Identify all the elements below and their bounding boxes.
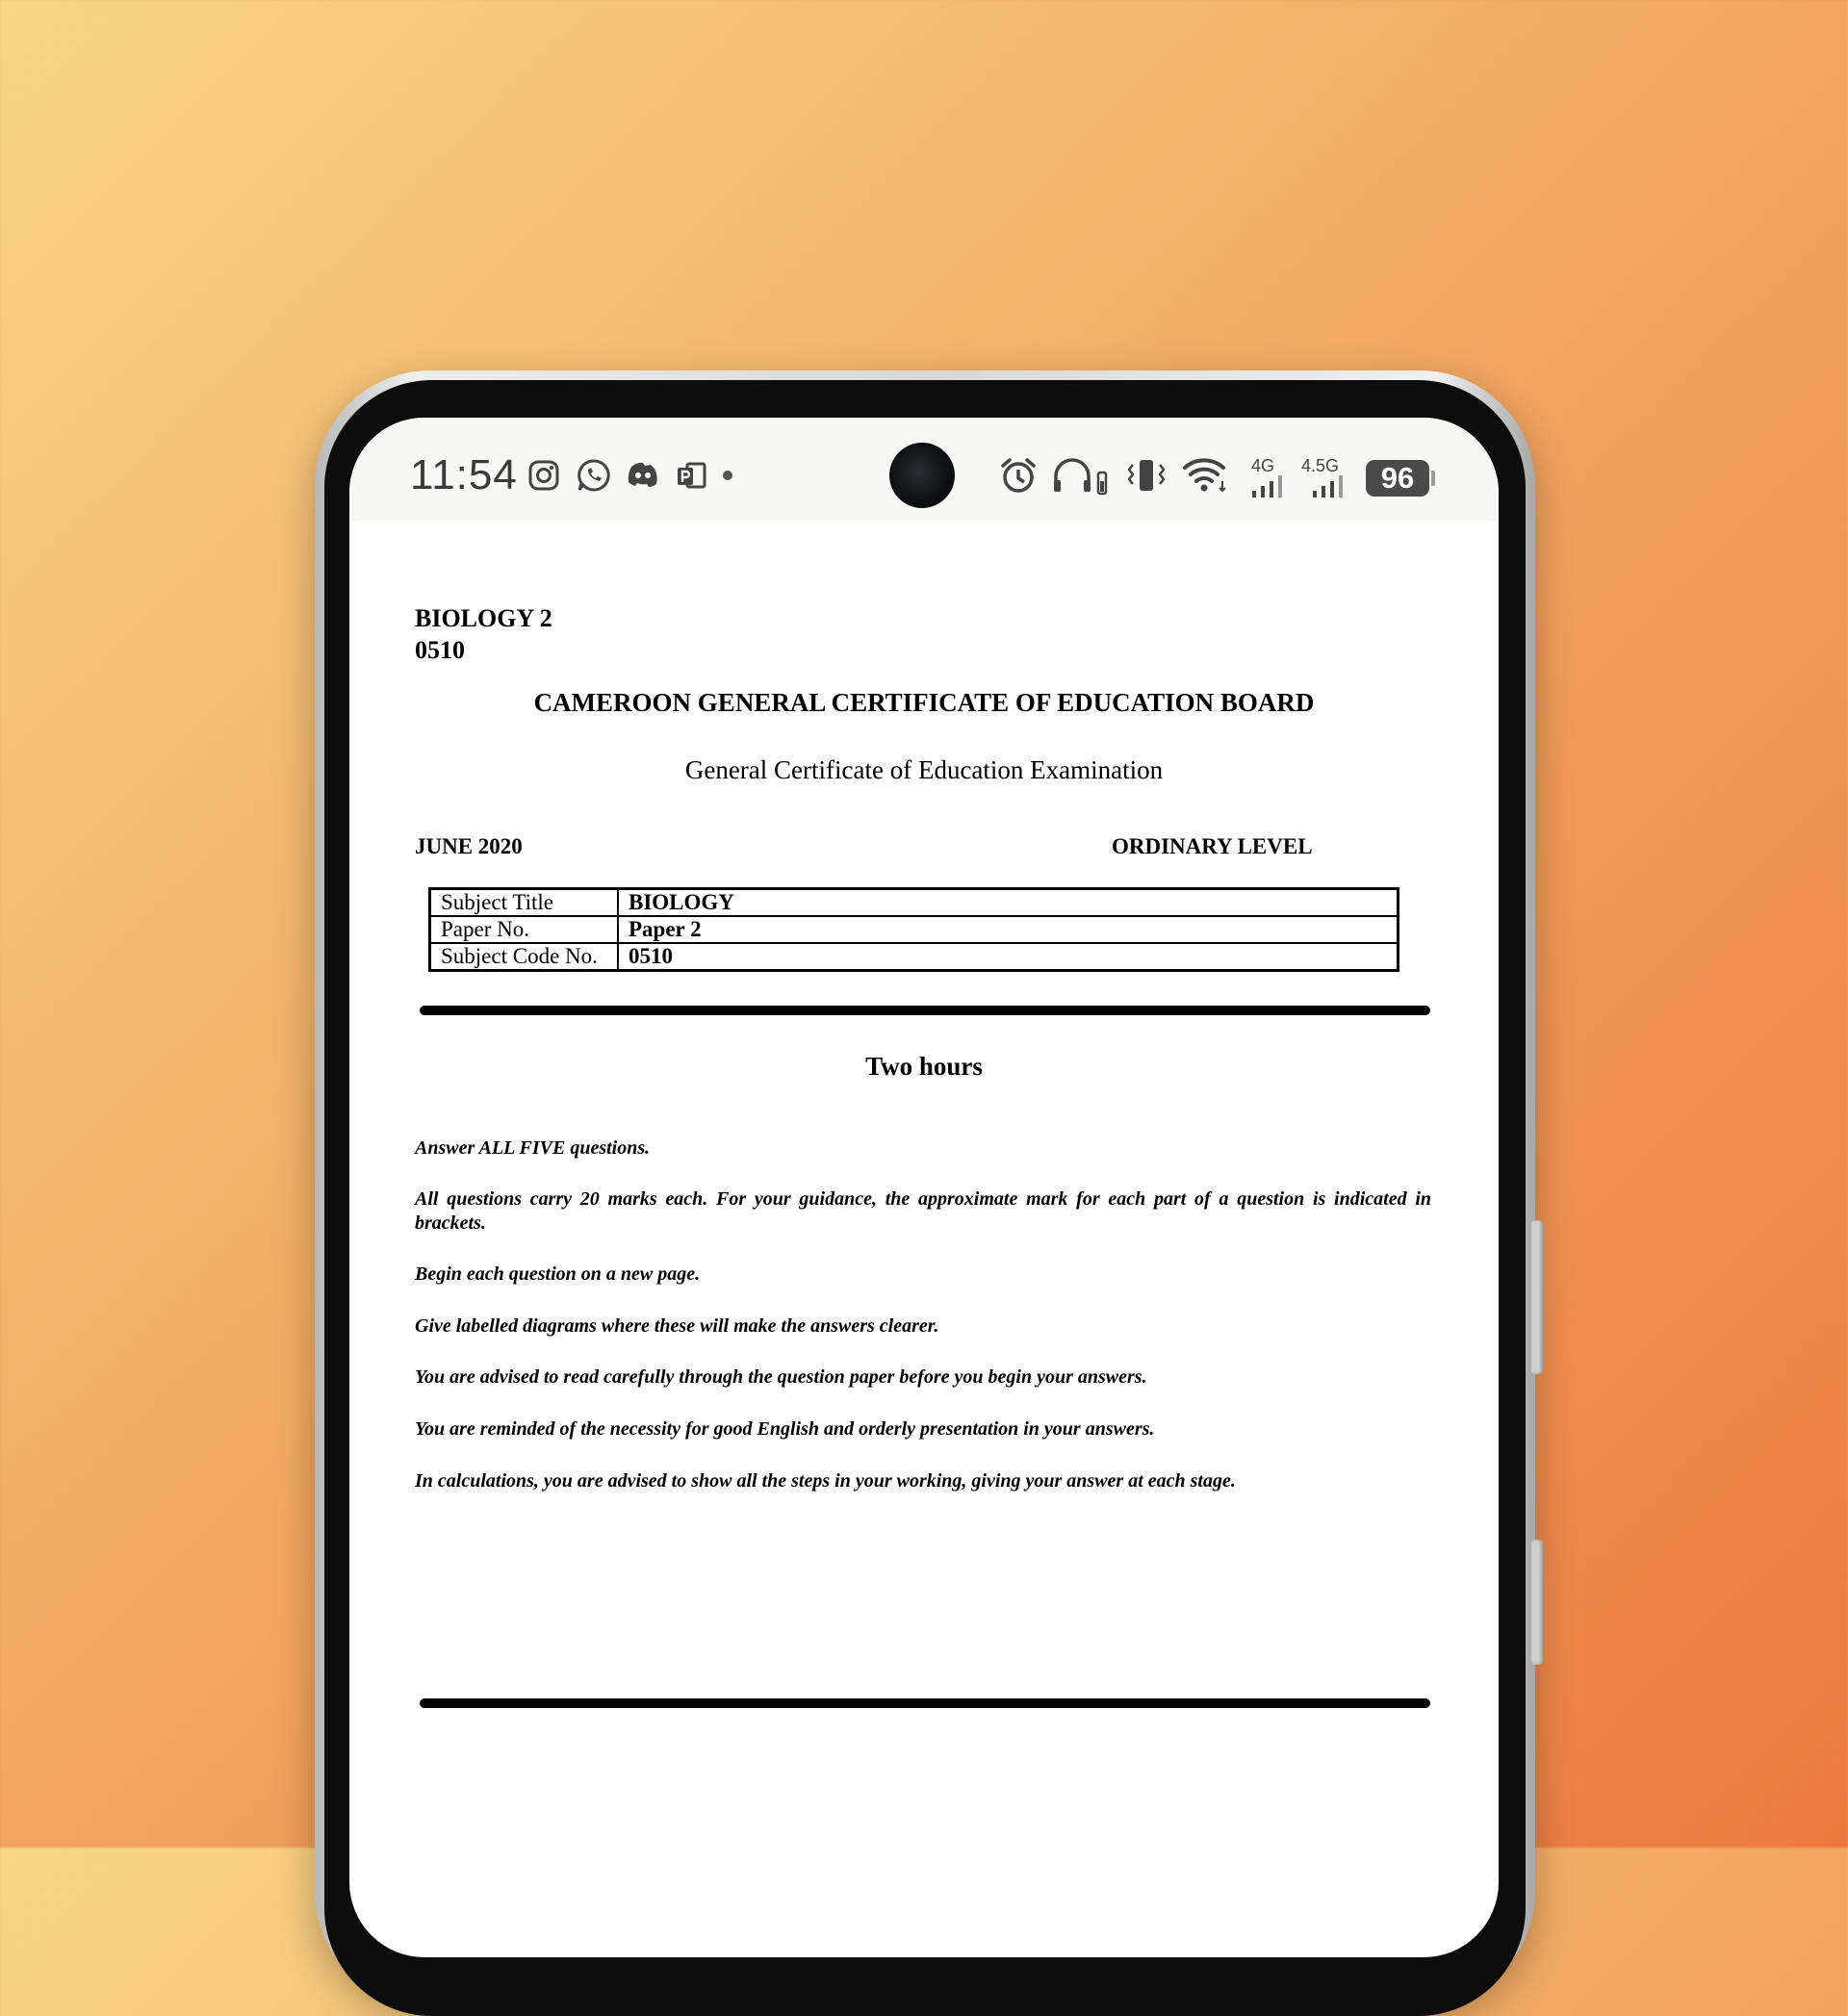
exam-duration: Two hours	[865, 1052, 983, 1081]
whatsapp-icon	[575, 456, 613, 495]
subject-code: 0510	[415, 636, 465, 664]
more-dot-icon	[721, 456, 734, 495]
table-cell-value: 0510	[617, 942, 1399, 972]
instruction-item: In calculations, you are advised to show…	[415, 1470, 1236, 1492]
instruction-item: Answer ALL FIVE questions.	[415, 1137, 651, 1159]
instruction-item: Give labelled diagrams where these will …	[415, 1315, 939, 1337]
alarm-icon	[997, 456, 1040, 495]
exam-level: ORDINARY LEVEL	[1112, 834, 1313, 858]
side-button	[1531, 1540, 1543, 1665]
table-cell-value: Paper 2	[617, 915, 1399, 944]
discord-icon	[625, 456, 663, 495]
exam-board: CAMEROON GENERAL CERTIFICATE OF EDUCATIO…	[533, 688, 1315, 717]
vibrate-icon	[1122, 456, 1170, 495]
signal-4-5g-icon	[1310, 473, 1348, 498]
table-cell-value: BIOLOGY	[617, 887, 1399, 917]
instruction-item: You are advised to read carefully throug…	[415, 1366, 1147, 1388]
exam-date: JUNE 2020	[415, 834, 523, 858]
battery-tip	[1431, 471, 1435, 486]
divider	[420, 1698, 1430, 1708]
status-time: 11:54	[410, 451, 518, 498]
front-camera	[889, 443, 955, 508]
divider	[420, 1006, 1430, 1015]
instruction-item: Begin each question on a new page.	[415, 1263, 701, 1285]
instagram-icon	[526, 456, 561, 495]
battery-level: 96	[1366, 460, 1429, 497]
table-cell-label: Subject Code No.	[428, 942, 619, 972]
instruction-item: All questions carry 20 marks each. For y…	[415, 1188, 1431, 1234]
headphones-icon	[1050, 456, 1110, 496]
table-row: Paper No. Paper 2	[428, 915, 1399, 944]
table-row: Subject Code No. 0510	[428, 942, 1399, 972]
subject-title: BIOLOGY 2	[415, 604, 552, 632]
document-page[interactable]: BIOLOGY 2 0510 CAMEROON GENERAL CERTIFIC…	[349, 521, 1499, 1957]
table-cell-label: Subject Title	[428, 887, 619, 917]
instruction-item: You are reminded of the necessity for go…	[415, 1418, 1155, 1440]
signal-4g-icon	[1249, 473, 1288, 498]
powerpoint-icon	[675, 456, 707, 495]
subject-info-table: Subject Title BIOLOGY Paper No. Paper 2 …	[428, 887, 1399, 972]
phone-screen: 11:54 4G 4.5G 96 BIOLOGY 2 0510 CAMEROON…	[349, 418, 1499, 1957]
table-cell-label: Paper No.	[428, 915, 619, 944]
subject-header: BIOLOGY 2 0510	[415, 602, 552, 666]
status-bar: 11:54 4G 4.5G 96	[349, 418, 1499, 521]
side-button	[1531, 1220, 1543, 1374]
wifi-icon	[1182, 456, 1230, 495]
exam-name: General Certificate of Education Examina…	[684, 755, 1164, 784]
table-row: Subject Title BIOLOGY	[428, 887, 1399, 917]
